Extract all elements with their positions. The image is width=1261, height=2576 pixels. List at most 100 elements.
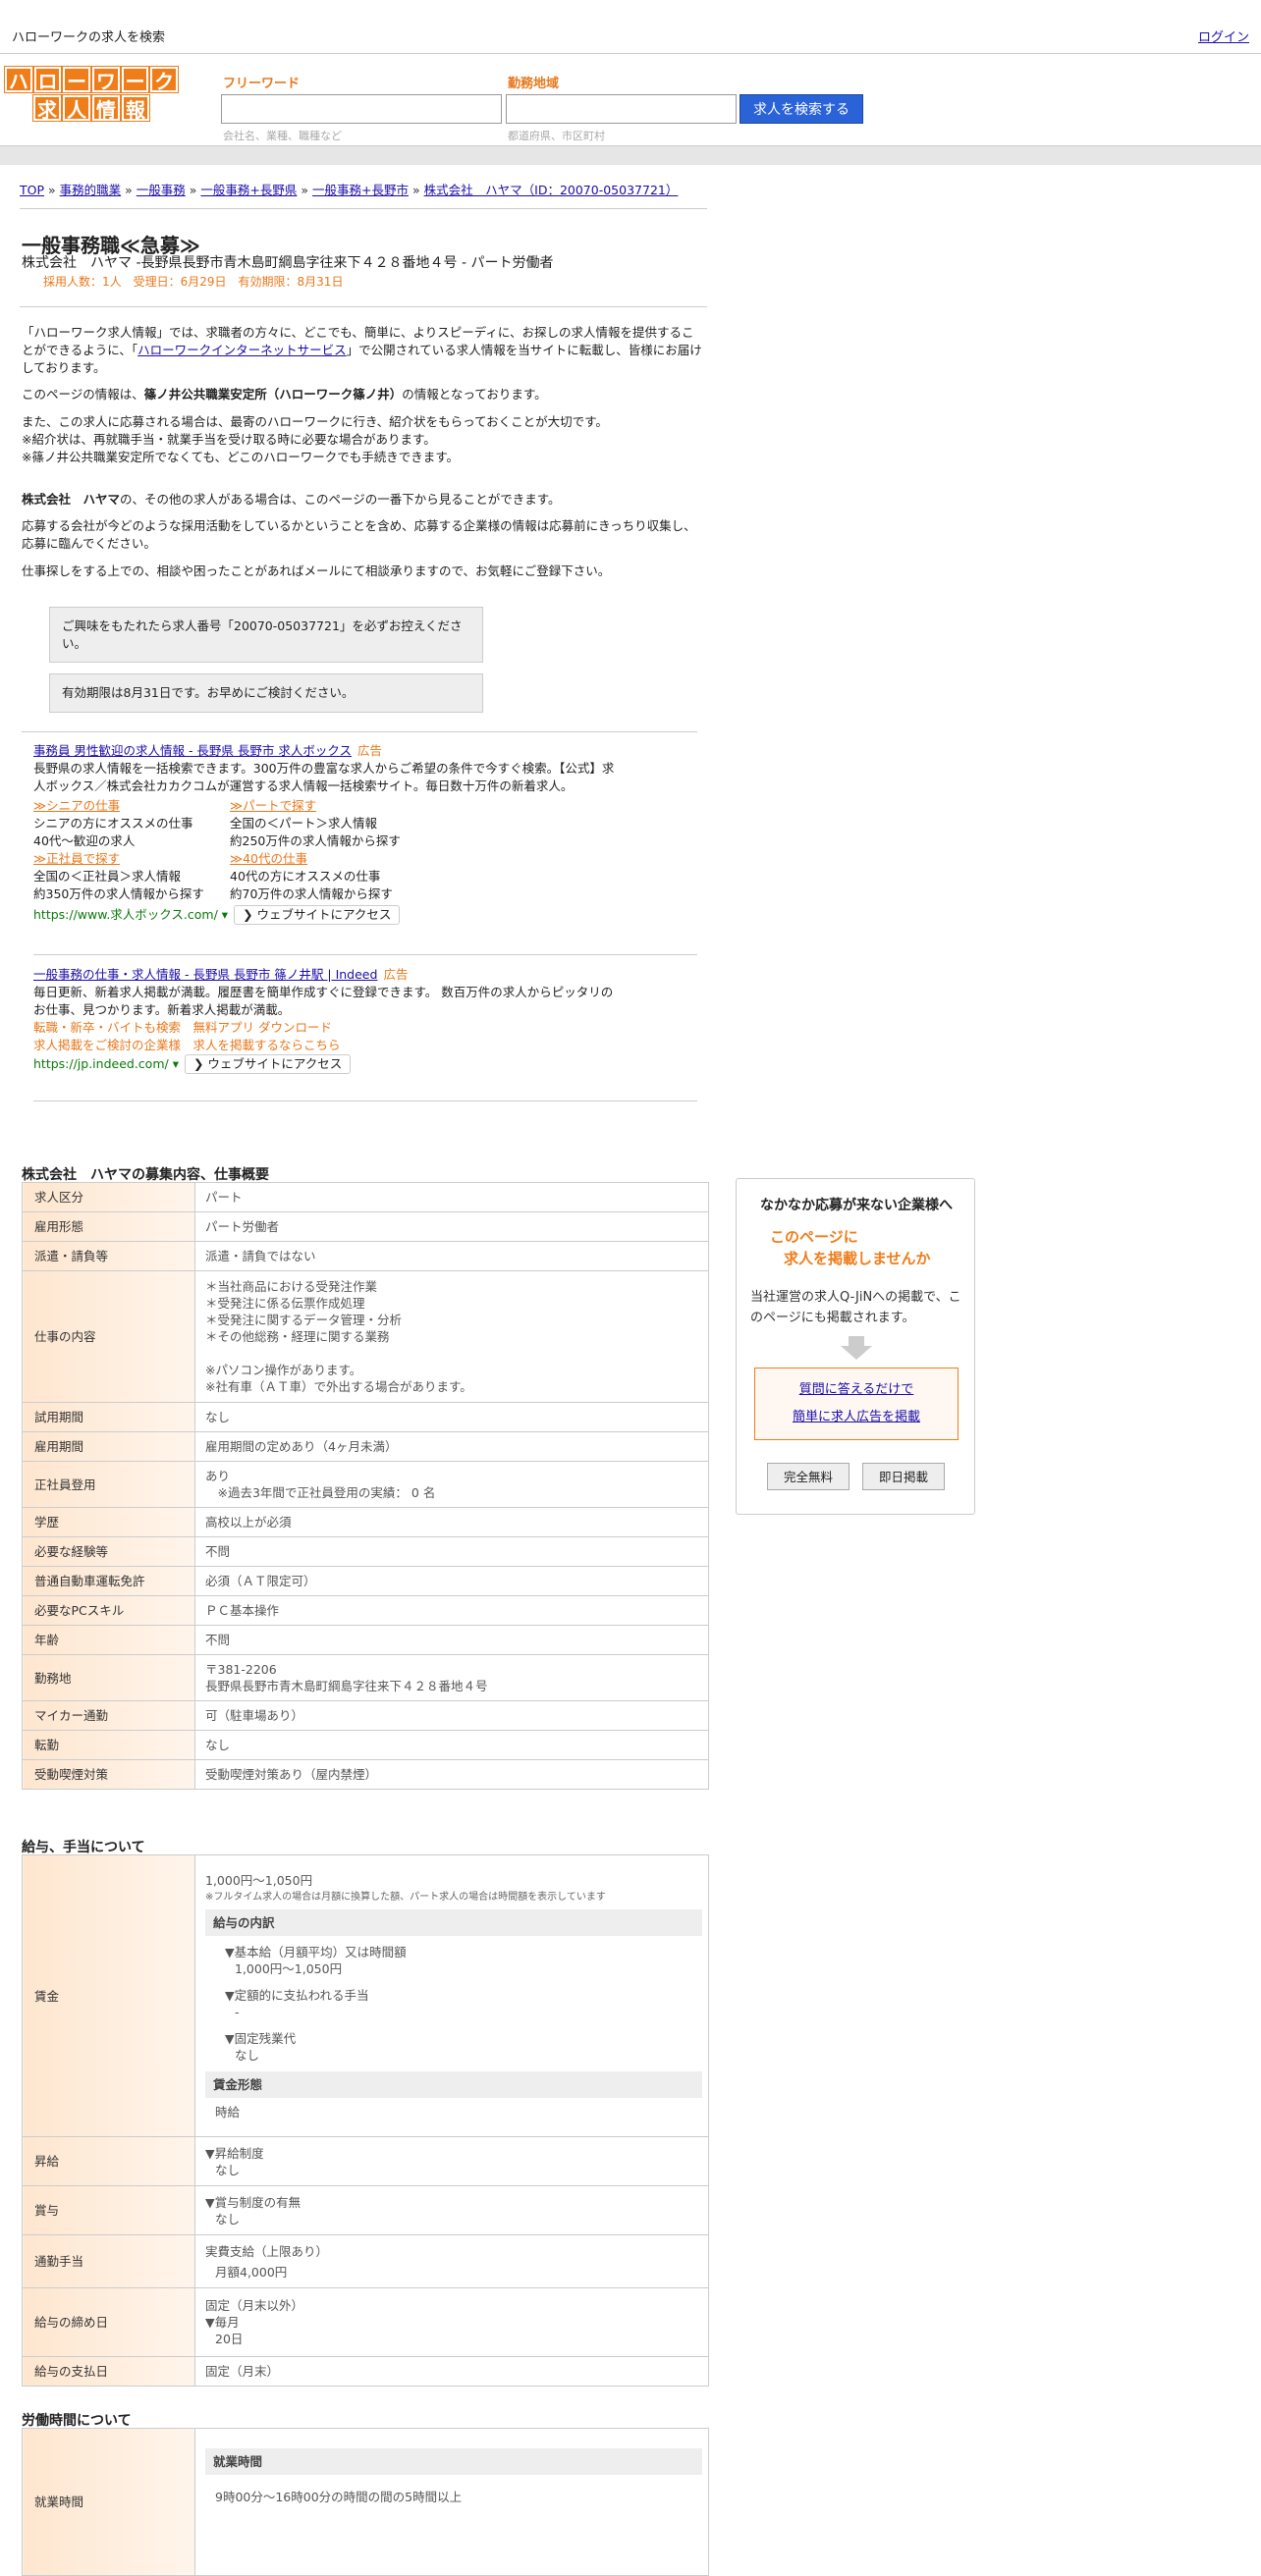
site-logo[interactable]: ハ ロ ー ワ ー ク 求 人 情 報 (3, 66, 180, 124)
logo-char: ワ (91, 66, 121, 93)
breadcrumb-link[interactable]: 事務的職業 (60, 183, 122, 197)
logo-char: 人 (62, 94, 91, 122)
table-row: 給与の支払日 固定（月末） (22, 2356, 709, 2387)
hellowork-link[interactable]: ハローワークインターネットサービス (137, 343, 347, 357)
promo-tagline: このページに (770, 1228, 858, 1246)
ad-sitelink[interactable]: ≫40代の仕事 (230, 851, 307, 866)
ad-sitelink-desc: 約350万件の求人情報から探す (33, 886, 204, 901)
promo-link[interactable]: 簡単に求人広告を掲載 (793, 1410, 920, 1424)
ad-sitelinks[interactable]: 転職・新卒・バイトも検索 無料アプリ ダウンロード (33, 1019, 623, 1037)
promo-description: 当社運営の求人Q-JiNへの掲載で、このページにも掲載されます。 (750, 1290, 961, 1325)
ad-visit-button[interactable]: ❯ ウェブサイトにアクセス (184, 1054, 352, 1074)
row-value: 固定（月末） (194, 2356, 709, 2387)
row-label: 試用期間 (22, 1402, 195, 1432)
breadcrumb-sep: » (48, 183, 56, 197)
row-value-line: ＰＣ基本操作 (205, 1603, 280, 1618)
ad-sitelink-desc: 約250万件の求人情報から探す (230, 833, 401, 848)
row-value-line: 可（駐車場あり） (205, 1708, 304, 1723)
freeword-label: フリーワード (223, 77, 301, 91)
breakdown-item: ▼定額的に支払われる手当 (225, 1987, 369, 2003)
row-value: あり ※過去3年間で正社員登用の実績： 0 名 (194, 1461, 709, 1508)
row-value: 必須（ＡＴ限定可） (194, 1566, 709, 1596)
breadcrumb-sep: » (125, 183, 133, 197)
logo-char: ハ (3, 66, 33, 93)
free-button[interactable]: 完全無料 (767, 1463, 850, 1490)
promo-heading: なかなか応募が来ない企業様へ (760, 1198, 953, 1213)
ad-visit-button[interactable]: ❯ ウェブサイトにアクセス (234, 905, 401, 925)
table-row: 試用期間 なし (22, 1402, 709, 1432)
ad-block: 事務員 男性歓迎の求人情報 - 長野県 長野市 求人ボックス 広告 長野県の求人情… (33, 742, 623, 925)
ad-sitelink[interactable]: ≫正社員で探す (33, 851, 120, 866)
ad-description: 長野県の求人情報を一括検索できます。300万件の豊富な求人からご希望の条件で今す… (33, 761, 615, 793)
row-value-line: ※社有車（ＡＴ車）で外出する場合があります。 (205, 1379, 472, 1394)
contact-paragraph: 仕事探しをする上での、相談や困ったことがあればメールにて相談承りますので、お気軽… (22, 564, 611, 578)
table-row: 昇給 ▼昇給制度 なし (22, 2136, 709, 2186)
row-value-line: ＊当社商品における受発注作業 (205, 1279, 378, 1294)
salary-table: 賃金 1,000円〜1,050円 ※フルタイム求人の場合は月額に換算した額、パー… (22, 1854, 709, 2387)
row-label: 受動喫煙対策 (22, 1759, 195, 1790)
divider (33, 1100, 697, 1101)
row-value: パート労働者 (194, 1211, 709, 1242)
breadcrumb-link[interactable]: 一般事務+長野県 (200, 183, 297, 197)
breadcrumb-link[interactable]: 株式会社 ハヤマ（ID：20070-05037721） (424, 183, 679, 197)
logo-char: ロ (32, 66, 63, 93)
row-label: 賞与 (22, 2185, 195, 2235)
row-value-line: 不問 (205, 1544, 231, 1559)
area-input[interactable] (506, 94, 737, 124)
same-day-button[interactable]: 即日掲載 (862, 1463, 945, 1490)
breadcrumb-link[interactable]: 一般事務+長野市 (312, 183, 409, 197)
overview-heading: 株式会社 ハヤマの募集内容、仕事概要 (22, 1167, 269, 1183)
table-row: 必要な経験等 不問 (22, 1536, 709, 1567)
promo-link-box: 質問に答えるだけで 簡単に求人広告を掲載 (754, 1368, 959, 1440)
logo-char: 求 (32, 94, 62, 122)
search-button[interactable]: 求人を検索する (740, 94, 863, 124)
breakdown-value: 1,000円〜1,050円 (235, 1960, 343, 1976)
row-value-line: パート (205, 1190, 243, 1205)
breadcrumb-link[interactable]: 一般事務 (137, 183, 186, 197)
table-row: 就業時間 就業時間 9時00分〜16時00分の時間の間の5時間以上 (22, 2428, 709, 2576)
ad-sitelink[interactable]: ≫パートで探す (230, 798, 316, 813)
promo-link[interactable]: 質問に答えるだけで (799, 1382, 914, 1397)
ad-sitelink-desc: 40代の方にオススメの仕事 (230, 869, 381, 884)
row-value: ＊当社商品における受発注作業 ＊受発注に係る伝票作成処理 ＊受発注に関するデータ管理… (194, 1270, 709, 1403)
login-link[interactable]: ログイン (1198, 27, 1249, 45)
row-value-line: なし (205, 1410, 231, 1424)
ad-sitelink[interactable]: ≫シニアの仕事 (33, 798, 120, 813)
job-number-box: ご興味をもたれたら求人番号「20070-05037721」を必ずお控えください。 (49, 607, 483, 663)
row-value-line: ＊受発注に関するデータ管理・分析 (205, 1313, 403, 1327)
table-row: マイカー通勤 可（駐車場あり） (22, 1700, 709, 1731)
table-row: 正社員登用 あり ※過去3年間で正社員登用の実績： 0 名 (22, 1461, 709, 1508)
ad-sitelink-desc: 全国の＜正社員＞求人情報 (33, 869, 182, 884)
deadline-box: 有効期限は8月31日です。お早めにご検討ください。 (49, 673, 483, 713)
table-row: 雇用期間 雇用期間の定めあり（4ヶ月未満） (22, 1431, 709, 1462)
row-value: 〒381-2206 長野県長野市青木島町綱島字往来下４２８番地４号 (194, 1654, 709, 1701)
notice-2: ※紹介状は、再就職手当・就業手当を受け取る時に必要な場合があります。 (22, 432, 436, 447)
row-value: なし (194, 1730, 709, 1760)
area-label: 勤務地域 (508, 77, 560, 91)
ad-title-link[interactable]: 事務員 男性歓迎の求人情報 - 長野県 長野市 求人ボックス (33, 743, 352, 758)
freeword-input[interactable] (221, 94, 502, 124)
ad-url: https://www.求人ボックス.com/ (33, 907, 218, 922)
table-row: 学歴 高校以上が必須 (22, 1507, 709, 1537)
ad-title-link[interactable]: 一般事務の仕事・求人情報 - 長野県 長野市 篠ノ井駅 | Indeed (33, 967, 377, 982)
row-value-line: 受動喫煙対策あり（屋内禁煙） (205, 1767, 378, 1782)
divider (20, 306, 707, 307)
row-value-line: 不問 (205, 1633, 231, 1647)
row-value: ▼毎月 (205, 2315, 240, 2330)
ad-sitelinks[interactable]: 求人掲載をご検討の企業様 求人を掲載するならこちら (33, 1037, 623, 1054)
wage-form-heading: 賃金形態 (205, 2070, 702, 2098)
table-row: 求人区分 パート (22, 1182, 709, 1212)
table-row: 通勤手当 実費支給（上限あり） 月額4,000円 (22, 2234, 709, 2288)
breadcrumb-sep: » (189, 183, 197, 197)
ad-badge: 広告 (357, 743, 383, 758)
breakdown-heading: 給与の内訳 (205, 1908, 702, 1936)
header: ハ ロ ー ワ ー ク 求 人 情 報 フリーワード 会社名、業種、職種など 勤… (0, 55, 1261, 143)
intro-paragraph: 「ハローワーク求人情報」では、求職者の方々に、どこでも、簡単に、よりスピーディに… (22, 325, 702, 375)
row-value: 派遣・請負ではない (194, 1241, 709, 1271)
row-value: なし (215, 2162, 241, 2177)
logo-char: ー (120, 66, 150, 93)
hours-heading: 労働時間について (22, 2413, 132, 2429)
breadcrumb-link[interactable]: TOP (20, 183, 44, 197)
breakdown-item: ▼固定残業代 (225, 2030, 297, 2046)
row-label: 賃金 (22, 1854, 195, 2137)
